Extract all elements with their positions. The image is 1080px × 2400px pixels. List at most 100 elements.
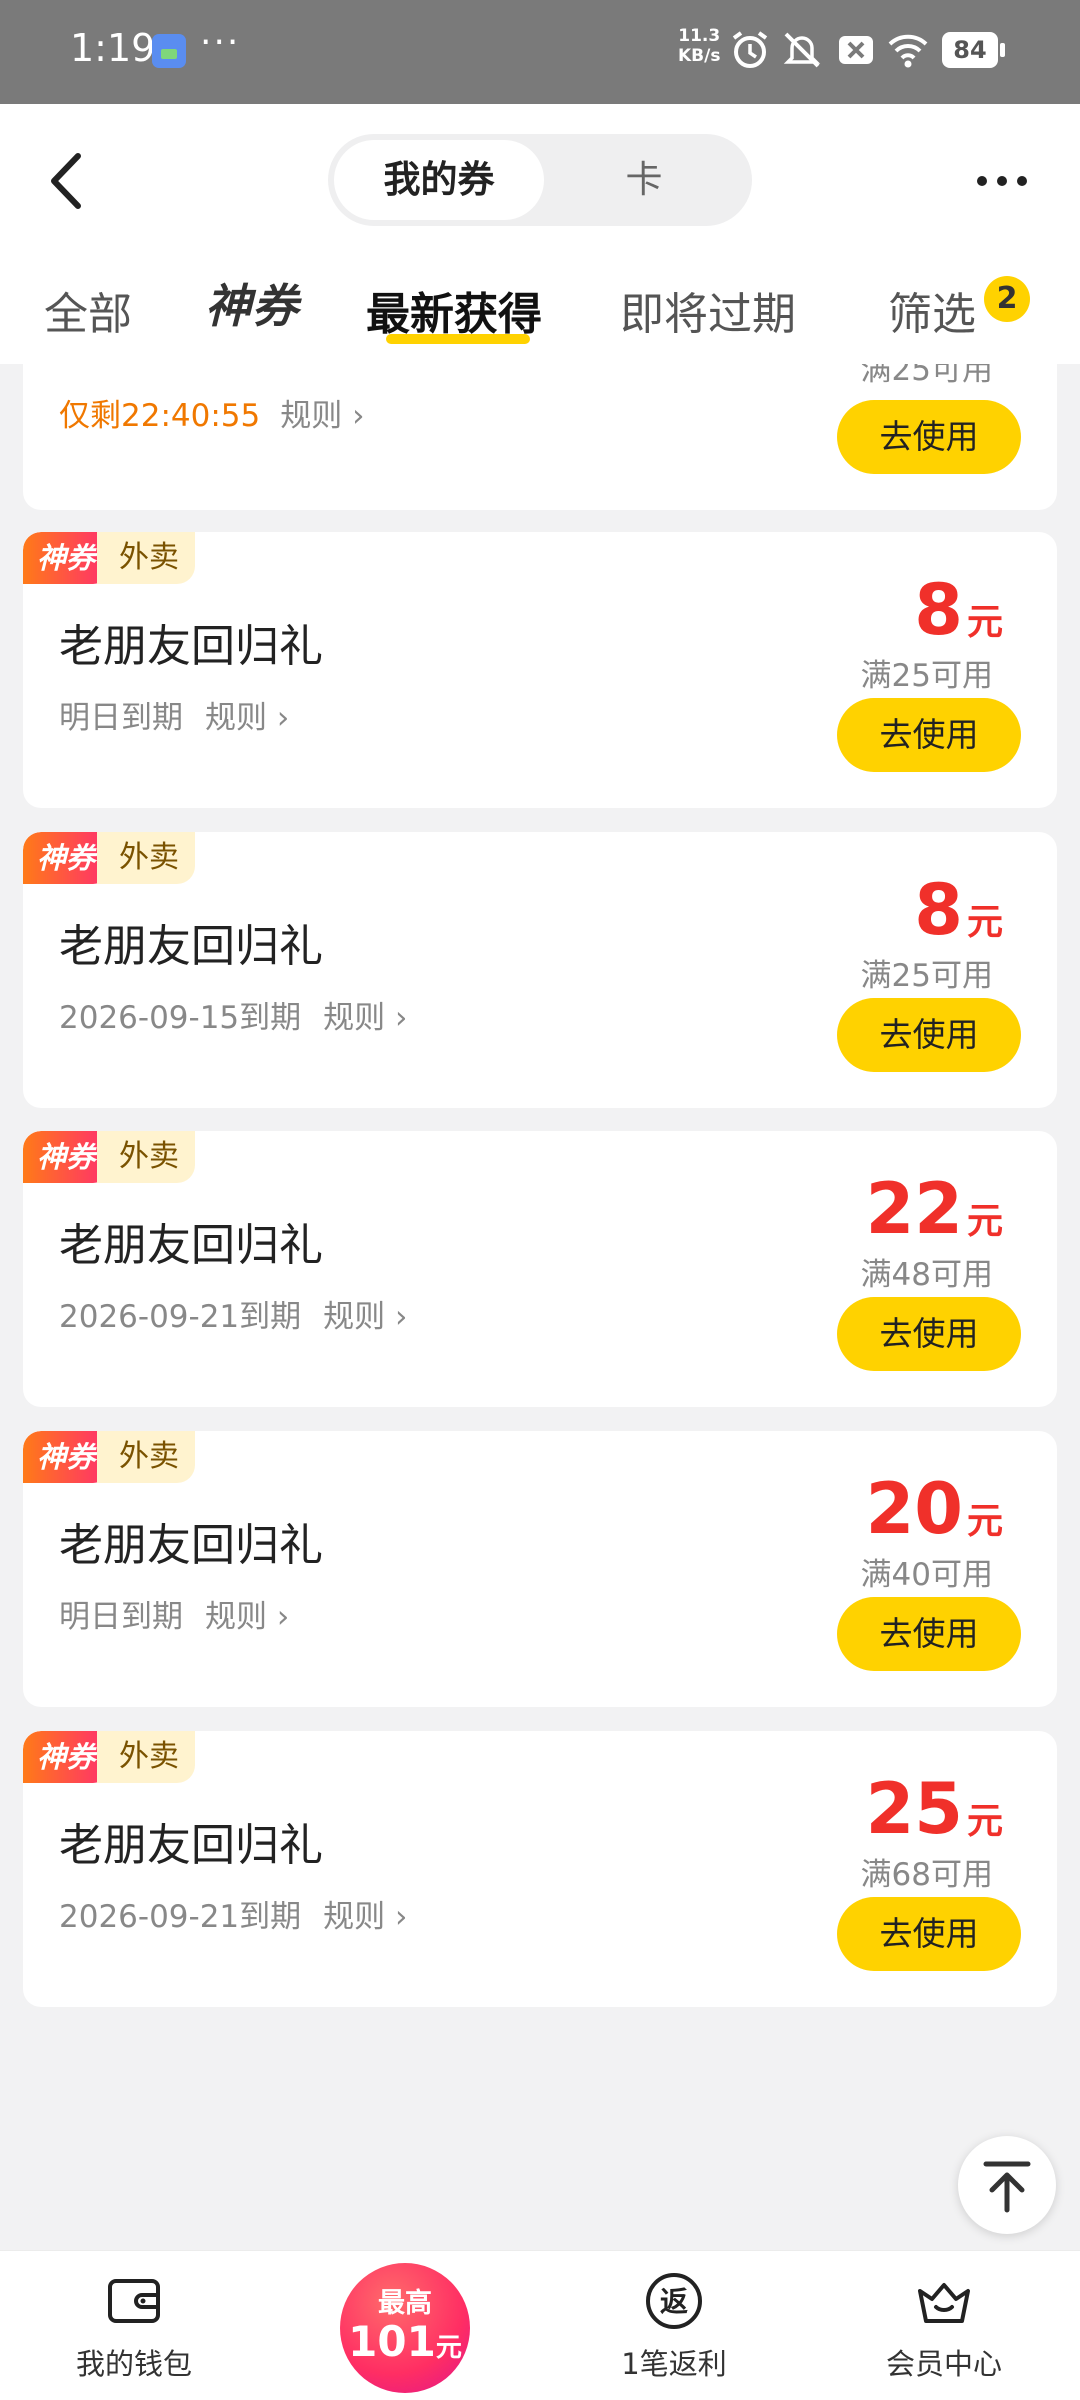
tab-cards[interactable]: 卡 [544, 140, 744, 220]
network-speed-value: 11.3 [678, 26, 721, 46]
crown-basket-icon [918, 2283, 970, 2323]
scroll-to-top-button[interactable] [958, 2136, 1056, 2234]
coupon-amount: 8元 [914, 870, 1003, 950]
tag-category: 外卖 [97, 1431, 196, 1483]
mute-icon [783, 32, 821, 68]
use-coupon-button[interactable]: 去使用 [837, 998, 1021, 1072]
coupon-title: 老朋友回归礼 [59, 1520, 323, 1571]
alarm-icon [732, 31, 768, 68]
rule-link[interactable]: 规则 › [323, 1000, 407, 1036]
coupon-condition: 满25可用 [860, 364, 993, 388]
nav-rebate-label: 1笔返利 [621, 2347, 727, 2381]
tag-category: 外卖 [97, 832, 196, 884]
countdown-text: 仅剩22:40:55 [59, 398, 261, 434]
coupon-title: 老朋友回归礼 [59, 921, 323, 972]
tag-category: 外卖 [97, 1731, 196, 1783]
nav-member-center[interactable]: 会员中心 [844, 2269, 1044, 2383]
coupon-expiry: 2026-09-15到期 [59, 1000, 302, 1036]
tab-filter[interactable]: 筛选 [888, 278, 976, 342]
coupon-expiry: 2026-09-21到期 [59, 1899, 302, 1935]
amount-unit: 元 [966, 1801, 1003, 1842]
amount-value: 8 [914, 569, 963, 651]
back-arrow-icon[interactable] [40, 146, 94, 216]
filter-count-badge: 2 [984, 276, 1030, 322]
coupon-tags: 神券 外卖 [23, 1131, 196, 1183]
tag-category: 外卖 [97, 532, 196, 584]
promo-amount: 101元 [340, 2320, 470, 2370]
segment-control: 我的券 卡 [328, 134, 752, 226]
coupon-card[interactable]: 神券 外卖 老朋友回归礼 2026-09-15到期 规则 › 8元 满25可用 去… [23, 832, 1057, 1108]
tab-shenjuan[interactable]: 神券 [205, 270, 299, 336]
rebate-icon-char: 返 [660, 2285, 688, 2318]
battery-icon: 84 [942, 32, 1005, 68]
amount-unit: 元 [966, 1501, 1003, 1542]
nav-wallet[interactable]: 我的钱包 [34, 2269, 234, 2383]
status-bar: 1:19 ··· 11.3 KB/s 84 [0, 0, 1080, 104]
rule-link[interactable]: 规则 › [323, 1299, 407, 1335]
use-coupon-button[interactable]: 去使用 [837, 1597, 1021, 1671]
coupon-expiry: 2026-09-21到期 [59, 1299, 302, 1335]
bottom-nav: 我的钱包 最高 101元 返 1笔返利 会员中心 [0, 2250, 1080, 2400]
filter-tabs: 全部 最新获得 即将过期 筛选 [0, 264, 1080, 364]
nav-rebate[interactable]: 返 1笔返利 [574, 2269, 774, 2383]
coupon-title: 老朋友回归礼 [59, 1220, 323, 1271]
coupon-amount: 20 元 [866, 1469, 1003, 1549]
coupon-card[interactable]: 神券 外卖 老朋友回归礼 2026-09-21到期 规则 › 22 元 满48可用 … [23, 1131, 1057, 1407]
promo-top-text: 最高 [378, 2288, 432, 2319]
coupon-meta: 2026-09-21到期 规则 › [59, 1291, 407, 1336]
coupon-meta: 明日到期 规则 › [59, 1591, 289, 1636]
rule-link[interactable]: 规则 › [323, 1899, 407, 1935]
sim-off-icon [839, 36, 873, 64]
use-coupon-button[interactable]: 去使用 [837, 698, 1021, 772]
amount-value: 25 [865, 1768, 963, 1850]
tab-expiring[interactable]: 即将过期 [620, 278, 796, 342]
amount-unit: 元 [966, 1201, 1003, 1242]
coupon-title: 老朋友回归礼 [59, 1820, 323, 1871]
status-time: 1:19 [70, 26, 156, 70]
tab-all[interactable]: 全部 [44, 278, 132, 342]
promo-rebate-badge[interactable]: 最高 101元 [340, 2263, 470, 2393]
coupon-tags: 神券 外卖 [23, 1431, 196, 1483]
coupon-tags: 神券 外卖 [23, 832, 196, 884]
coupon-card-partial: 仅剩22:40:55 规则 › 满25可用 去使用 [23, 364, 1057, 510]
nav-wallet-label: 我的钱包 [75, 2347, 192, 2381]
coupon-meta: 2026-09-15到期 规则 › [59, 992, 407, 1037]
coupon-condition: 满25可用 [860, 958, 993, 994]
rule-link[interactable]: 规则 › [280, 398, 364, 434]
rule-link[interactable]: 规则 › [205, 700, 289, 736]
coupon-meta: 明日到期 规则 › [59, 692, 289, 737]
coupon-amount: 22 元 [866, 1169, 1003, 1249]
tab-my-coupons[interactable]: 我的券 [334, 140, 544, 220]
coupon-countdown: 仅剩22:40:55 规则 › [59, 390, 365, 435]
coupon-card[interactable]: 神券 外卖 老朋友回归礼 2026-09-21到期 规则 › 25 元 满68可用 … [23, 1731, 1057, 2007]
network-speed-unit: KB/s [678, 46, 721, 66]
coupon-title: 老朋友回归礼 [59, 621, 323, 672]
more-options-icon[interactable] [972, 166, 1032, 196]
gallery-app-icon [152, 34, 186, 68]
use-coupon-button[interactable]: 去使用 [837, 1297, 1021, 1371]
network-speed: 11.3 KB/s [678, 26, 720, 66]
nav-member-label: 会员中心 [885, 2347, 1002, 2381]
promo-amount-unit: 元 [435, 2333, 462, 2363]
tab-newest[interactable]: 最新获得 [366, 278, 542, 342]
coupon-card[interactable]: 神券 外卖 老朋友回归礼 明日到期 规则 › 8元 满25可用 去使用 [23, 532, 1057, 808]
wallet-icon [108, 2279, 160, 2323]
amount-unit: 元 [966, 602, 1003, 643]
coupon-condition: 满68可用 [860, 1857, 993, 1893]
use-coupon-button[interactable]: 去使用 [837, 1897, 1021, 1971]
coupon-condition: 满40可用 [860, 1557, 993, 1593]
amount-unit: 元 [966, 902, 1003, 943]
coupon-expiry: 明日到期 [59, 700, 183, 736]
coupon-condition: 满48可用 [860, 1257, 993, 1293]
coupon-card[interactable]: 神券 外卖 老朋友回归礼 明日到期 规则 › 20 元 满40可用 去使用 [23, 1431, 1057, 1707]
coupon-amount: 8元 [914, 570, 1003, 650]
active-tab-indicator [386, 334, 530, 344]
rule-link[interactable]: 规则 › [205, 1599, 289, 1635]
use-coupon-button[interactable]: 去使用 [837, 400, 1021, 474]
coupon-tags: 神券 外卖 [23, 1731, 196, 1783]
coupon-meta: 2026-09-21到期 规则 › [59, 1891, 407, 1936]
amount-value: 22 [865, 1168, 963, 1250]
amount-value: 8 [914, 869, 963, 951]
coupon-condition: 满25可用 [860, 658, 993, 694]
coupon-amount: 25 元 [866, 1769, 1003, 1849]
